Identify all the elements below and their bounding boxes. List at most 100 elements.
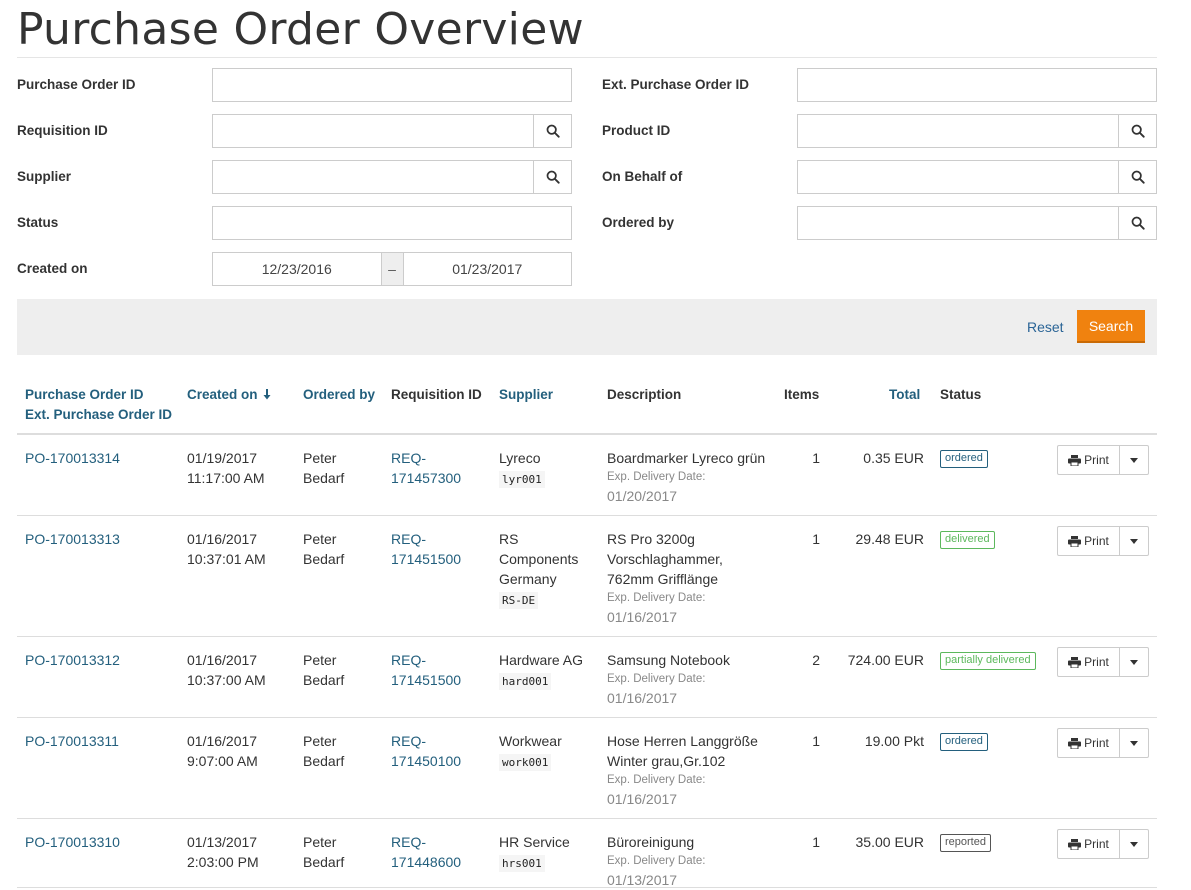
product-id-search-button[interactable]: [1118, 115, 1156, 147]
created-date: 01/16/2017: [187, 652, 258, 668]
on-behalf-of-search-button[interactable]: [1118, 161, 1156, 193]
print-button[interactable]: Print: [1058, 830, 1119, 858]
print-button-group: Print: [1057, 829, 1149, 859]
column-header-created-on[interactable]: Created on: [187, 385, 271, 405]
ext-purchase-order-id-input[interactable]: [798, 69, 1156, 101]
column-header-supplier[interactable]: Supplier: [499, 385, 553, 405]
table-row: PO-170013311 01/16/2017 9:07:00 AM Peter Bed…: [17, 718, 1157, 819]
on-behalf-of-field[interactable]: [797, 160, 1157, 194]
on-behalf-of-label: On Behalf of: [602, 169, 683, 184]
created-date: 01/19/2017: [187, 450, 258, 466]
status-label: Status: [17, 215, 59, 230]
description-cell: Boardmarker Lyreco grün Exp. Delivery Dat…: [607, 448, 777, 506]
description-line: Samsung Notebook: [607, 652, 730, 668]
column-header-items: Items: [784, 387, 820, 402]
status-input[interactable]: [213, 207, 571, 239]
print-options-dropdown[interactable]: [1119, 830, 1148, 858]
requisition-id-link[interactable]: REQ- 171448600: [391, 832, 461, 872]
requisition-id-prefix: REQ-: [391, 531, 426, 547]
column-header-created-on-label: Created on: [187, 387, 258, 402]
created-date: 01/16/2017: [187, 733, 258, 749]
column-header-ordered-by[interactable]: Ordered by: [303, 385, 375, 405]
column-header-po-id[interactable]: Purchase Order ID: [25, 385, 144, 405]
status-field[interactable]: [212, 206, 572, 240]
ext-purchase-order-id-field[interactable]: [797, 68, 1157, 102]
print-button-group: Print: [1057, 526, 1149, 556]
requisition-id-input[interactable]: [213, 115, 533, 147]
po-id-link[interactable]: PO-170013312: [25, 650, 120, 670]
product-id-field[interactable]: [797, 114, 1157, 148]
purchase-order-id-input[interactable]: [213, 69, 571, 101]
printer-icon: [1068, 454, 1082, 466]
description-line: Winter grau,Gr.102: [607, 753, 726, 769]
created-on-cell: 01/19/2017 11:17:00 AM: [187, 448, 265, 488]
supplier-input[interactable]: [213, 161, 533, 193]
ordered-by-first: Peter: [303, 531, 337, 547]
ordered-by-field[interactable]: [797, 206, 1157, 240]
created-time: 2:03:00 PM: [187, 854, 259, 870]
po-id-link[interactable]: PO-170013311: [25, 731, 119, 751]
table-row: PO-170013313 01/16/2017 10:37:01 AM Peter Be…: [17, 516, 1157, 637]
caret-down-icon: [1130, 740, 1138, 746]
ordered-by-search-button[interactable]: [1118, 207, 1156, 239]
print-button[interactable]: Print: [1058, 446, 1119, 474]
print-label: Print: [1084, 736, 1109, 750]
caret-down-icon: [1130, 841, 1138, 847]
requisition-id-link[interactable]: REQ- 171451500: [391, 529, 461, 569]
ordered-by-last: Bedarf: [303, 470, 345, 486]
exp-delivery-label: Exp. Delivery Date:: [607, 592, 706, 604]
created-on-cell: 01/13/2017 2:03:00 PM: [187, 832, 259, 872]
requisition-id-link[interactable]: REQ- 171450100: [391, 731, 461, 771]
column-header-ext-po-id[interactable]: Ext. Purchase Order ID: [25, 405, 172, 425]
reset-link[interactable]: Reset: [1027, 319, 1064, 335]
search-icon: [546, 170, 560, 184]
supplier-search-button[interactable]: [533, 161, 571, 193]
print-button[interactable]: Print: [1058, 648, 1119, 676]
created-on-from-input[interactable]: 12/23/2016: [213, 253, 381, 285]
po-id-link[interactable]: PO-170013310: [25, 832, 120, 852]
supplier-label: Supplier: [17, 169, 72, 184]
requisition-id-link[interactable]: REQ- 171457300: [391, 448, 461, 488]
supplier-name-line: Components: [499, 551, 579, 567]
supplier-name-line: Germany: [499, 571, 557, 587]
print-button-group: Print: [1057, 647, 1149, 677]
description-line: RS Pro 3200g: [607, 531, 695, 547]
description-cell: RS Pro 3200g Vorschlaghammer, 762mm Griffl…: [607, 529, 777, 627]
search-button[interactable]: Search: [1077, 310, 1145, 343]
on-behalf-of-input[interactable]: [798, 161, 1118, 193]
total-amount: 29.48 EUR: [855, 531, 924, 547]
ordered-by-cell: Peter Bedarf: [303, 832, 344, 872]
created-on-cell: 01/16/2017 10:37:00 AM: [187, 650, 266, 690]
ordered-by-input[interactable]: [798, 207, 1118, 239]
exp-delivery-date: 01/16/2017: [607, 791, 678, 807]
print-options-dropdown[interactable]: [1119, 446, 1148, 474]
product-id-input[interactable]: [798, 115, 1118, 147]
supplier-field[interactable]: [212, 160, 572, 194]
print-options-dropdown[interactable]: [1119, 729, 1148, 757]
column-header-status: Status: [940, 387, 982, 402]
column-header-total[interactable]: Total: [889, 385, 920, 405]
purchase-order-id-field[interactable]: [212, 68, 572, 102]
exp-delivery-date: 01/20/2017: [607, 488, 678, 504]
requisition-id-link[interactable]: REQ- 171451500: [391, 650, 461, 690]
status-badge: ordered: [940, 450, 988, 468]
print-button[interactable]: Print: [1058, 729, 1119, 757]
page-title: Purchase Order Overview: [17, 4, 584, 55]
requisition-id-number: 171457300: [391, 470, 462, 486]
print-button[interactable]: Print: [1058, 527, 1119, 555]
print-options-dropdown[interactable]: [1119, 527, 1148, 555]
title-divider: [17, 57, 1157, 58]
created-on-to-input[interactable]: 01/23/2017: [404, 253, 572, 285]
ordered-by-label: Ordered by: [602, 215, 675, 230]
ordered-by-first: Peter: [303, 450, 337, 466]
print-options-dropdown[interactable]: [1119, 648, 1148, 676]
print-label: Print: [1084, 534, 1109, 548]
status-badge: delivered: [940, 531, 995, 549]
requisition-id-search-button[interactable]: [533, 115, 571, 147]
po-id-link[interactable]: PO-170013314: [25, 448, 120, 468]
filter-action-bar: Reset Search: [17, 299, 1157, 355]
supplier-cell: Workwear work001: [499, 731, 599, 771]
product-id-label: Product ID: [602, 123, 671, 138]
requisition-id-field[interactable]: [212, 114, 572, 148]
po-id-link[interactable]: PO-170013313: [25, 529, 120, 549]
